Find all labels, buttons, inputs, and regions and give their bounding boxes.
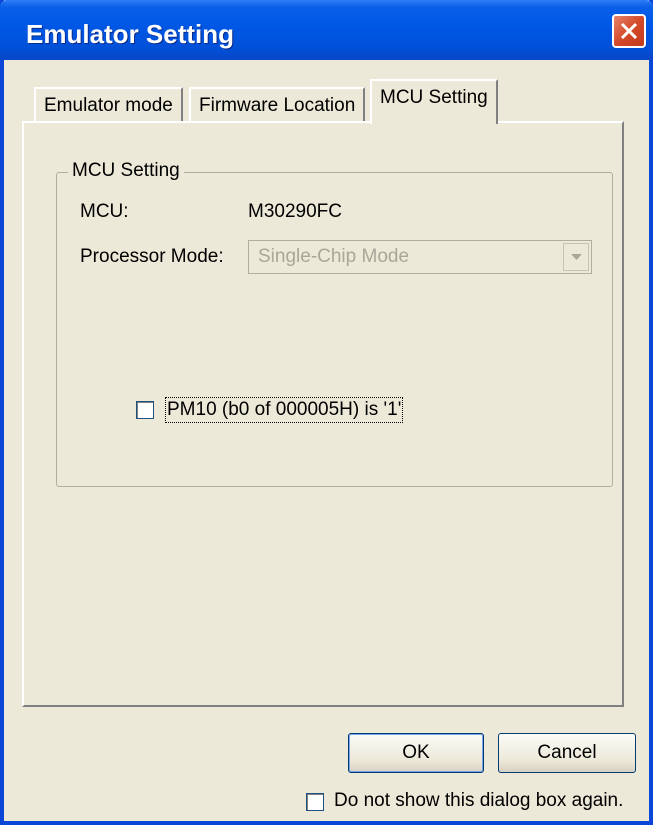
dropdown-button[interactable] xyxy=(563,243,589,271)
processor-mode-value: Single-Chip Mode xyxy=(258,246,410,267)
pm10-label[interactable]: PM10 (b0 of 000005H) is '1' xyxy=(164,397,404,423)
dont-show-label[interactable]: Do not show this dialog box again. xyxy=(334,790,623,812)
tab-label: MCU Setting xyxy=(380,87,488,108)
mcu-value: M30290FC xyxy=(248,201,342,222)
tab-label: Emulator mode xyxy=(44,95,173,116)
cancel-button[interactable]: Cancel xyxy=(498,733,636,773)
tab-emulator-mode[interactable]: Emulator mode xyxy=(34,87,183,121)
groupbox-title: MCU Setting xyxy=(68,160,184,182)
ok-button[interactable]: OK xyxy=(348,733,484,773)
close-icon xyxy=(620,22,638,40)
tab-mcu-setting[interactable]: MCU Setting xyxy=(370,79,498,124)
title-bar[interactable]: Emulator Setting xyxy=(0,0,653,60)
dont-show-checkbox[interactable] xyxy=(306,793,324,811)
close-button[interactable] xyxy=(612,14,646,48)
pm10-checkbox[interactable] xyxy=(136,401,154,419)
processor-mode-label: Processor Mode: xyxy=(80,246,224,267)
mcu-label: MCU: xyxy=(80,201,129,222)
tab-label: Firmware Location xyxy=(199,95,356,116)
chevron-down-icon xyxy=(571,254,582,260)
processor-mode-select[interactable]: Single-Chip Mode xyxy=(248,240,592,274)
window-title: Emulator Setting xyxy=(26,19,235,49)
tab-firmware-location[interactable]: Firmware Location xyxy=(189,87,366,121)
